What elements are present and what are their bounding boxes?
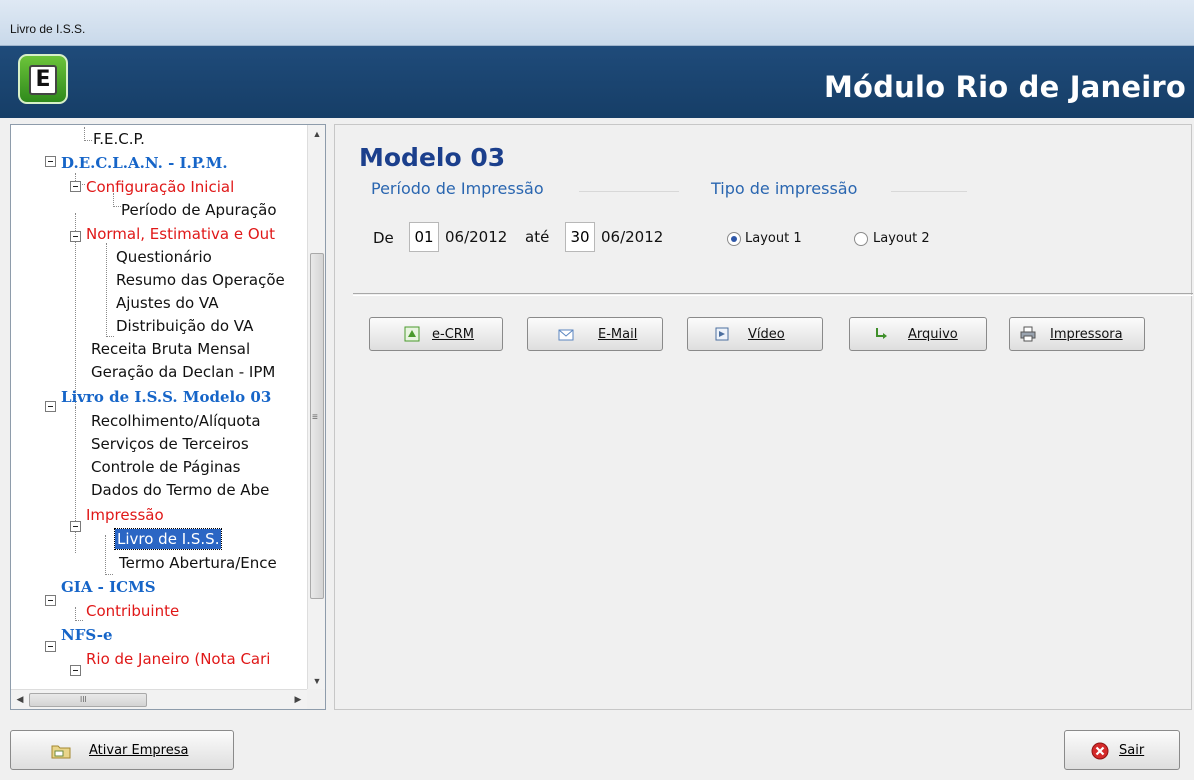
section-separator xyxy=(353,293,1193,296)
ecrm-icon xyxy=(404,326,420,342)
video-button[interactable]: Vídeo xyxy=(687,317,823,351)
app-header: E Módulo Rio de Janeiro xyxy=(0,46,1194,118)
grip-icon: III xyxy=(80,695,87,704)
group-border xyxy=(891,191,967,192)
tree-horizontal-scrollbar[interactable]: ◀ III ▶ xyxy=(11,689,308,709)
start-month-year: 06/2012 xyxy=(445,228,508,246)
scrollbar-corner xyxy=(307,689,325,709)
tree-item-livro-iss-modelo[interactable]: Livro de I.S.S. Modelo 03 xyxy=(61,387,271,407)
tree-item-declan[interactable]: D.E.C.L.A.N. - I.P.M. xyxy=(61,153,228,173)
printer-icon xyxy=(1020,326,1036,342)
ate-label: até xyxy=(525,228,550,246)
tree-item-normal-estimativa[interactable]: Normal, Estimativa e Out xyxy=(86,224,275,244)
app-logo: E xyxy=(18,54,68,104)
tree-item-rio-de-janeiro[interactable]: Rio de Janeiro (Nota Cari xyxy=(86,649,270,669)
tree-vertical-scrollbar[interactable]: ▲ ≡ ▼ xyxy=(307,125,325,690)
ecrm-button[interactable]: e-CRM xyxy=(369,317,503,351)
tree-item-contribuinte[interactable]: Contribuinte xyxy=(86,601,179,621)
tree-line xyxy=(75,607,83,621)
collapse-box-icon[interactable] xyxy=(70,181,81,192)
tree-item-periodo-apuracao[interactable]: Período de Apuração xyxy=(121,200,277,220)
collapse-box-icon[interactable] xyxy=(70,231,81,242)
collapse-box-icon[interactable] xyxy=(45,641,56,652)
video-icon xyxy=(715,327,729,341)
window-titlebar: Livro de I.S.S. xyxy=(0,0,1194,46)
sair-button[interactable]: Sair xyxy=(1064,730,1180,770)
sair-label: Sair xyxy=(1119,743,1145,758)
tree-scroll-thumb[interactable]: ≡ xyxy=(310,253,324,599)
email-label: E-Mail xyxy=(598,327,638,342)
navigation-tree[interactable]: F.E.C.P. D.E.C.L.A.N. - I.P.M. Configura… xyxy=(10,124,326,710)
close-icon xyxy=(1091,742,1109,760)
tipo-group-title: Tipo de impressão xyxy=(711,179,858,198)
start-day-field[interactable]: 01 xyxy=(409,222,439,252)
impressora-button[interactable]: Impressora xyxy=(1009,317,1145,351)
logo-letter: E xyxy=(35,67,51,92)
collapse-box-icon[interactable] xyxy=(45,156,56,167)
ativar-empresa-label: Ativar Empresa xyxy=(89,743,189,758)
tree-line xyxy=(106,243,114,337)
arquivo-icon xyxy=(876,328,887,339)
de-label: De xyxy=(373,229,394,247)
tree-item-questionario[interactable]: Questionário xyxy=(116,247,212,267)
collapse-box-icon[interactable] xyxy=(45,595,56,606)
group-border xyxy=(579,191,679,192)
window-title: Livro de I.S.S. xyxy=(10,22,86,36)
collapse-box-icon[interactable] xyxy=(70,521,81,532)
page-title: Modelo 03 xyxy=(359,143,506,172)
layout1-label[interactable]: Layout 1 xyxy=(745,231,802,246)
tree-item-geracao-declan[interactable]: Geração da Declan - IPM xyxy=(91,362,275,382)
scroll-down-arrow-icon[interactable]: ▼ xyxy=(308,676,325,686)
logo-document-icon: E xyxy=(29,65,57,95)
arquivo-button[interactable]: Arquivo xyxy=(849,317,987,351)
tree-item-servicos-terceiros[interactable]: Serviços de Terceiros xyxy=(91,434,249,454)
end-month-year: 06/2012 xyxy=(601,228,664,246)
tree-item-receita-bruta[interactable]: Receita Bruta Mensal xyxy=(91,339,250,359)
email-button[interactable]: E-Mail xyxy=(527,317,663,351)
tree-line xyxy=(84,127,92,141)
scroll-left-arrow-icon[interactable]: ◀ xyxy=(11,694,29,705)
tree-line xyxy=(105,535,113,575)
grip-icon: ≡ xyxy=(312,412,318,423)
tree-item-distribuicao-va[interactable]: Distribuição do VA xyxy=(116,316,253,336)
tree-item-ajustes-va[interactable]: Ajustes do VA xyxy=(116,293,218,313)
layout2-label[interactable]: Layout 2 xyxy=(873,231,930,246)
main-panel: Modelo 03 Período de Impressão De 01 06/… xyxy=(334,124,1193,710)
ecrm-label: e-CRM xyxy=(432,327,475,342)
tree-hscroll-thumb[interactable]: III xyxy=(29,693,147,707)
scroll-up-arrow-icon[interactable]: ▲ xyxy=(308,129,325,139)
collapse-box-icon[interactable] xyxy=(70,665,81,676)
video-label: Vídeo xyxy=(748,327,785,342)
periodo-group-title: Período de Impressão xyxy=(371,179,544,198)
ativar-empresa-button[interactable]: Ativar Empresa xyxy=(10,730,234,770)
collapse-box-icon[interactable] xyxy=(45,401,56,412)
end-day-field[interactable]: 30 xyxy=(565,222,595,252)
impressora-label: Impressora xyxy=(1050,327,1123,342)
tree-item-fecp[interactable]: F.E.C.P. xyxy=(93,129,145,149)
tree-item-dados-termo[interactable]: Dados do Termo de Abe xyxy=(91,480,269,500)
tree-item-controle-paginas[interactable]: Controle de Páginas xyxy=(91,457,241,477)
tree-item-gia-icms[interactable]: GIA - ICMS xyxy=(61,577,156,597)
scroll-right-arrow-icon[interactable]: ▶ xyxy=(289,694,307,705)
layout1-radio[interactable] xyxy=(727,232,741,246)
email-icon xyxy=(558,329,574,341)
tree-content: F.E.C.P. D.E.C.L.A.N. - I.P.M. Configura… xyxy=(11,125,308,690)
tree-item-resumo-operacoes[interactable]: Resumo das Operaçõe xyxy=(116,270,285,290)
tree-item-impressao[interactable]: Impressão xyxy=(86,505,164,525)
module-title: Módulo Rio de Janeiro xyxy=(824,70,1186,104)
folder-icon xyxy=(51,745,71,759)
arquivo-label: Arquivo xyxy=(908,327,958,342)
tree-item-configuracao-inicial[interactable]: Configuração Inicial xyxy=(86,177,234,197)
tree-item-nfse[interactable]: NFS-e xyxy=(61,625,113,645)
tree-item-livro-iss-selected[interactable]: Livro de I.S.S. xyxy=(113,528,223,550)
tree-item-termo-abertura[interactable]: Termo Abertura/Ence xyxy=(119,553,277,573)
tree-item-recolhimento[interactable]: Recolhimento/Alíquota xyxy=(91,411,261,431)
layout2-radio[interactable] xyxy=(854,232,868,246)
